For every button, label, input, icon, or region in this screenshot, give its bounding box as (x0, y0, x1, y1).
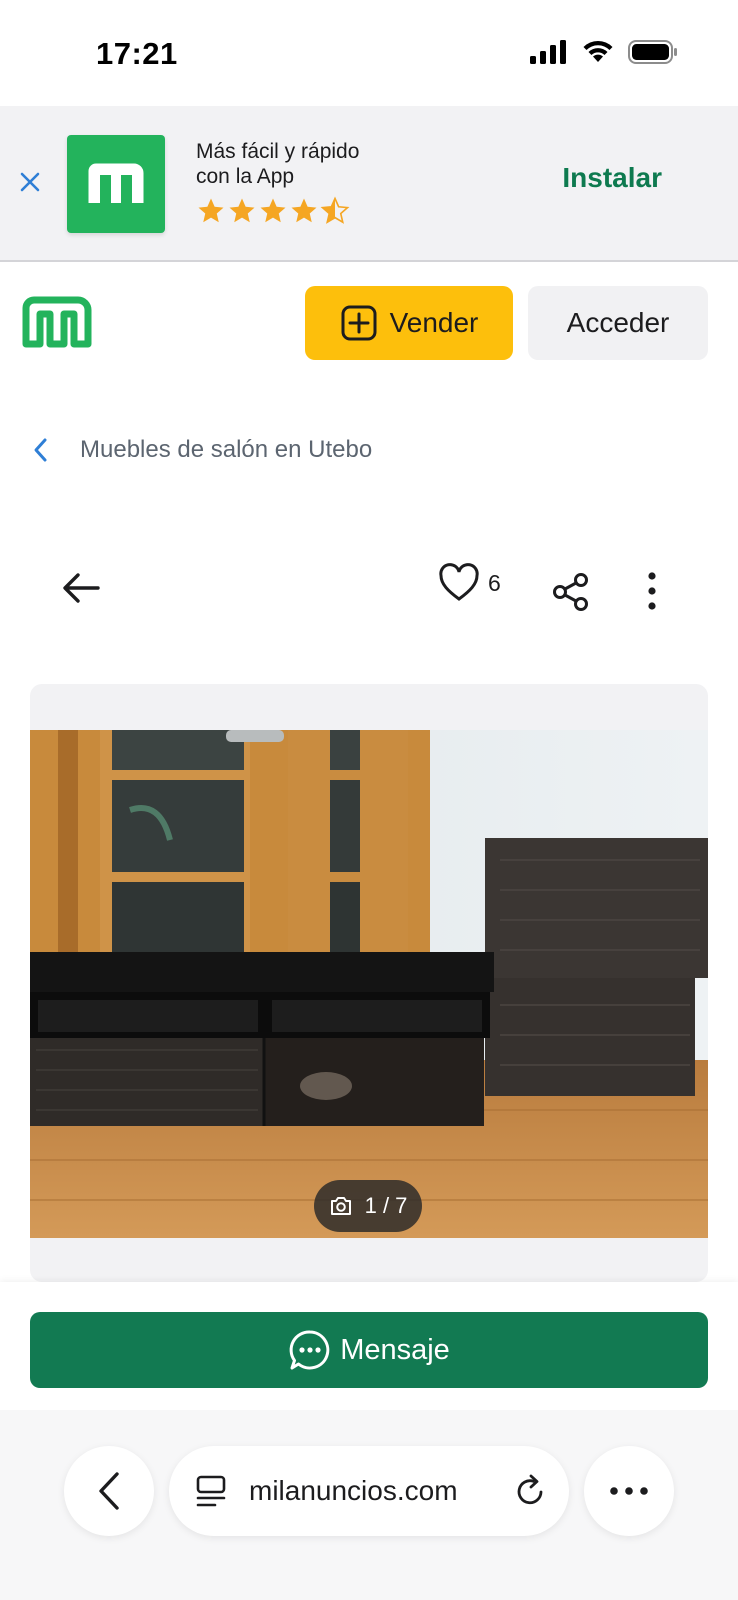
milanuncios-logo-icon[interactable] (22, 296, 92, 348)
status-icons (530, 40, 678, 64)
app-logo (67, 135, 165, 233)
banner-line-2: con la App (196, 165, 295, 188)
rating-stars (196, 196, 350, 226)
chevron-left-icon (34, 438, 47, 462)
close-icon[interactable] (18, 170, 42, 194)
message-button[interactable]: Mensaje (30, 1312, 708, 1388)
star-icon (260, 198, 286, 223)
status-time: 17:21 (96, 36, 178, 71)
browser-back-button[interactable] (64, 1446, 154, 1536)
photo-counter-label: 1 / 7 (364, 1193, 408, 1218)
banner-line-1: Más fácil y rápido (196, 140, 360, 163)
star-icon (229, 198, 255, 223)
message-button-label: Mensaje (340, 1333, 450, 1366)
status-bar: 17:21 (0, 0, 738, 106)
sell-button-label: Vender (389, 307, 479, 338)
furniture-photo (30, 730, 708, 1238)
more-options-icon[interactable] (645, 571, 659, 611)
reload-icon[interactable] (515, 1474, 547, 1508)
breadcrumb[interactable]: Muebles de salón en Utebo (32, 436, 372, 464)
chevron-left-icon (99, 1472, 119, 1510)
page-menu-icon[interactable] (195, 1474, 227, 1508)
sell-button[interactable]: Vender (305, 286, 513, 360)
listing-action-row: 6 (0, 555, 738, 625)
more-horizontal-icon (610, 1487, 648, 1495)
site-header: Vender Acceder (0, 262, 738, 362)
browser-more-button[interactable] (584, 1446, 674, 1536)
battery-icon (628, 40, 677, 64)
url-text: milanuncios.com (249, 1475, 458, 1506)
photo-gallery: 1 / 7 (30, 684, 708, 1282)
wifi-icon (583, 40, 613, 62)
star-icon (291, 198, 317, 223)
app-install-banner: Más fácil y rápido con la App Instalar (0, 106, 738, 262)
screen: 17:21 Más fácil y rápido con la App Inst… (0, 0, 738, 1600)
half-star-icon (320, 196, 350, 224)
browser-toolbar: milanuncios.com (0, 1410, 738, 1600)
heart-icon (439, 563, 479, 601)
breadcrumb-label: Muebles de salón en Utebo (80, 436, 373, 463)
message-bar: Mensaje (0, 1282, 738, 1410)
address-bar[interactable]: milanuncios.com (169, 1446, 569, 1536)
signal-icon (530, 40, 566, 64)
install-button[interactable]: Instalar (562, 162, 662, 194)
star-icon (198, 198, 224, 223)
milanuncios-logo-icon (88, 163, 144, 203)
login-button[interactable]: Acceder (528, 286, 708, 360)
add-square-icon (341, 305, 377, 341)
photo-counter: 1 / 7 (314, 1180, 422, 1232)
banner-text: Más fácil y rápido con la App (196, 139, 456, 189)
camera-icon (330, 1197, 351, 1215)
favorite-button[interactable]: 6 (438, 563, 501, 603)
listing-photo[interactable] (30, 730, 708, 1238)
back-arrow-icon[interactable] (60, 571, 102, 605)
chat-bubble-icon (289, 1330, 330, 1370)
share-icon[interactable] (551, 572, 591, 612)
favorite-count: 6 (488, 569, 501, 596)
